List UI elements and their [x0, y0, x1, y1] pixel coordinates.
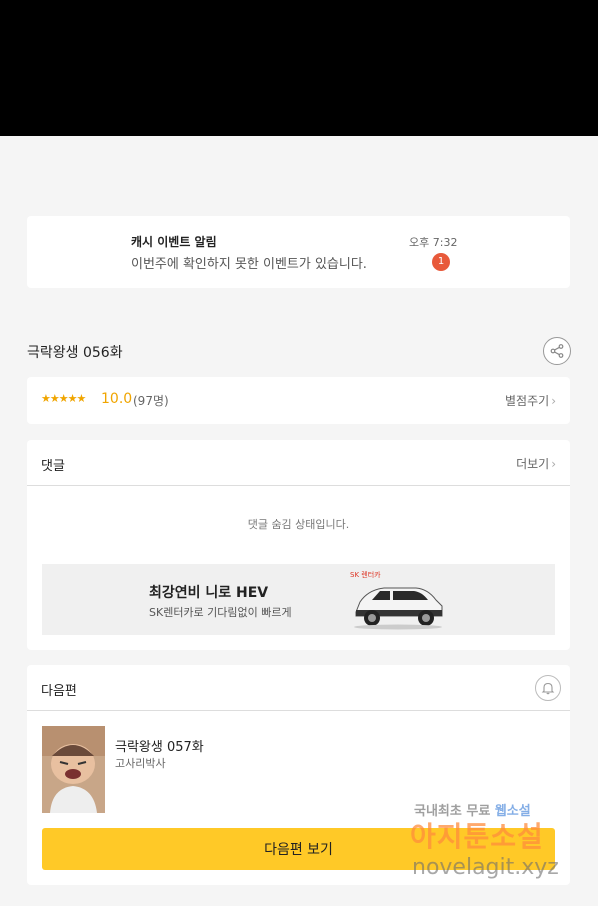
notify-button[interactable]: [535, 675, 561, 701]
rate-button[interactable]: 별점주기 ›: [505, 392, 556, 409]
bell-icon: [541, 682, 555, 695]
notification-title: 캐시 이벤트 알림: [131, 235, 217, 249]
notification-card[interactable]: 캐시 이벤트 알림 이번주에 확인하지 못한 이벤트가 있습니다. 오후 7:3…: [27, 216, 570, 288]
episode-thumbnail[interactable]: [42, 726, 105, 813]
car-image: [354, 587, 443, 630]
share-icon: [550, 344, 564, 358]
comments-card: 댓글 더보기 › 댓글 숨김 상태입니다. 최강연비 니로 HEV SK렌터카로 …: [27, 440, 570, 650]
rating-card: ★★★★★ 10.0 (97명) 별점주기 ›: [27, 377, 570, 424]
comments-title: 댓글: [41, 459, 65, 474]
next-episode-card: 다음편 극락왕생 057화 고사리박사 다음편 보기: [27, 665, 570, 885]
next-episode-author: 고사리박사: [115, 757, 166, 770]
next-episode-header: 다음편: [27, 665, 570, 711]
rating-score: 10.0: [101, 391, 133, 407]
next-episode-title[interactable]: 극락왕생 057화: [115, 736, 204, 755]
rate-label: 별점주기: [505, 394, 550, 408]
chevron-right-icon: ›: [551, 457, 556, 471]
comments-more-button[interactable]: 더보기 ›: [516, 455, 556, 472]
notification-count-badge: 1: [432, 253, 450, 271]
more-label: 더보기: [516, 457, 550, 471]
next-episode-section-title: 다음편: [41, 684, 77, 699]
next-episode-button[interactable]: 다음편 보기: [42, 828, 555, 870]
ad-banner[interactable]: 최강연비 니로 HEV SK렌터카로 기다림없이 빠르게 SK 렌터카: [42, 564, 555, 635]
rating-stars: ★★★★★: [41, 392, 86, 405]
ad-subtitle: SK렌터카로 기다림없이 빠르게: [149, 606, 292, 619]
top-black-bar: [0, 0, 598, 136]
episode-thumbnail-art: [42, 726, 105, 813]
chevron-right-icon: ›: [551, 394, 556, 408]
episode-title: 극락왕생 056화: [27, 345, 123, 361]
ad-title: 최강연비 니로 HEV: [149, 585, 269, 601]
comments-header: 댓글 더보기 ›: [27, 440, 570, 486]
rating-count: (97명): [133, 394, 169, 408]
notification-body: 이번주에 확인하지 못한 이벤트가 있습니다.: [131, 257, 367, 272]
share-button[interactable]: [543, 337, 571, 365]
comments-hidden-message: 댓글 숨김 상태입니다.: [247, 518, 350, 531]
notification-time: 오후 7:32: [409, 236, 458, 249]
